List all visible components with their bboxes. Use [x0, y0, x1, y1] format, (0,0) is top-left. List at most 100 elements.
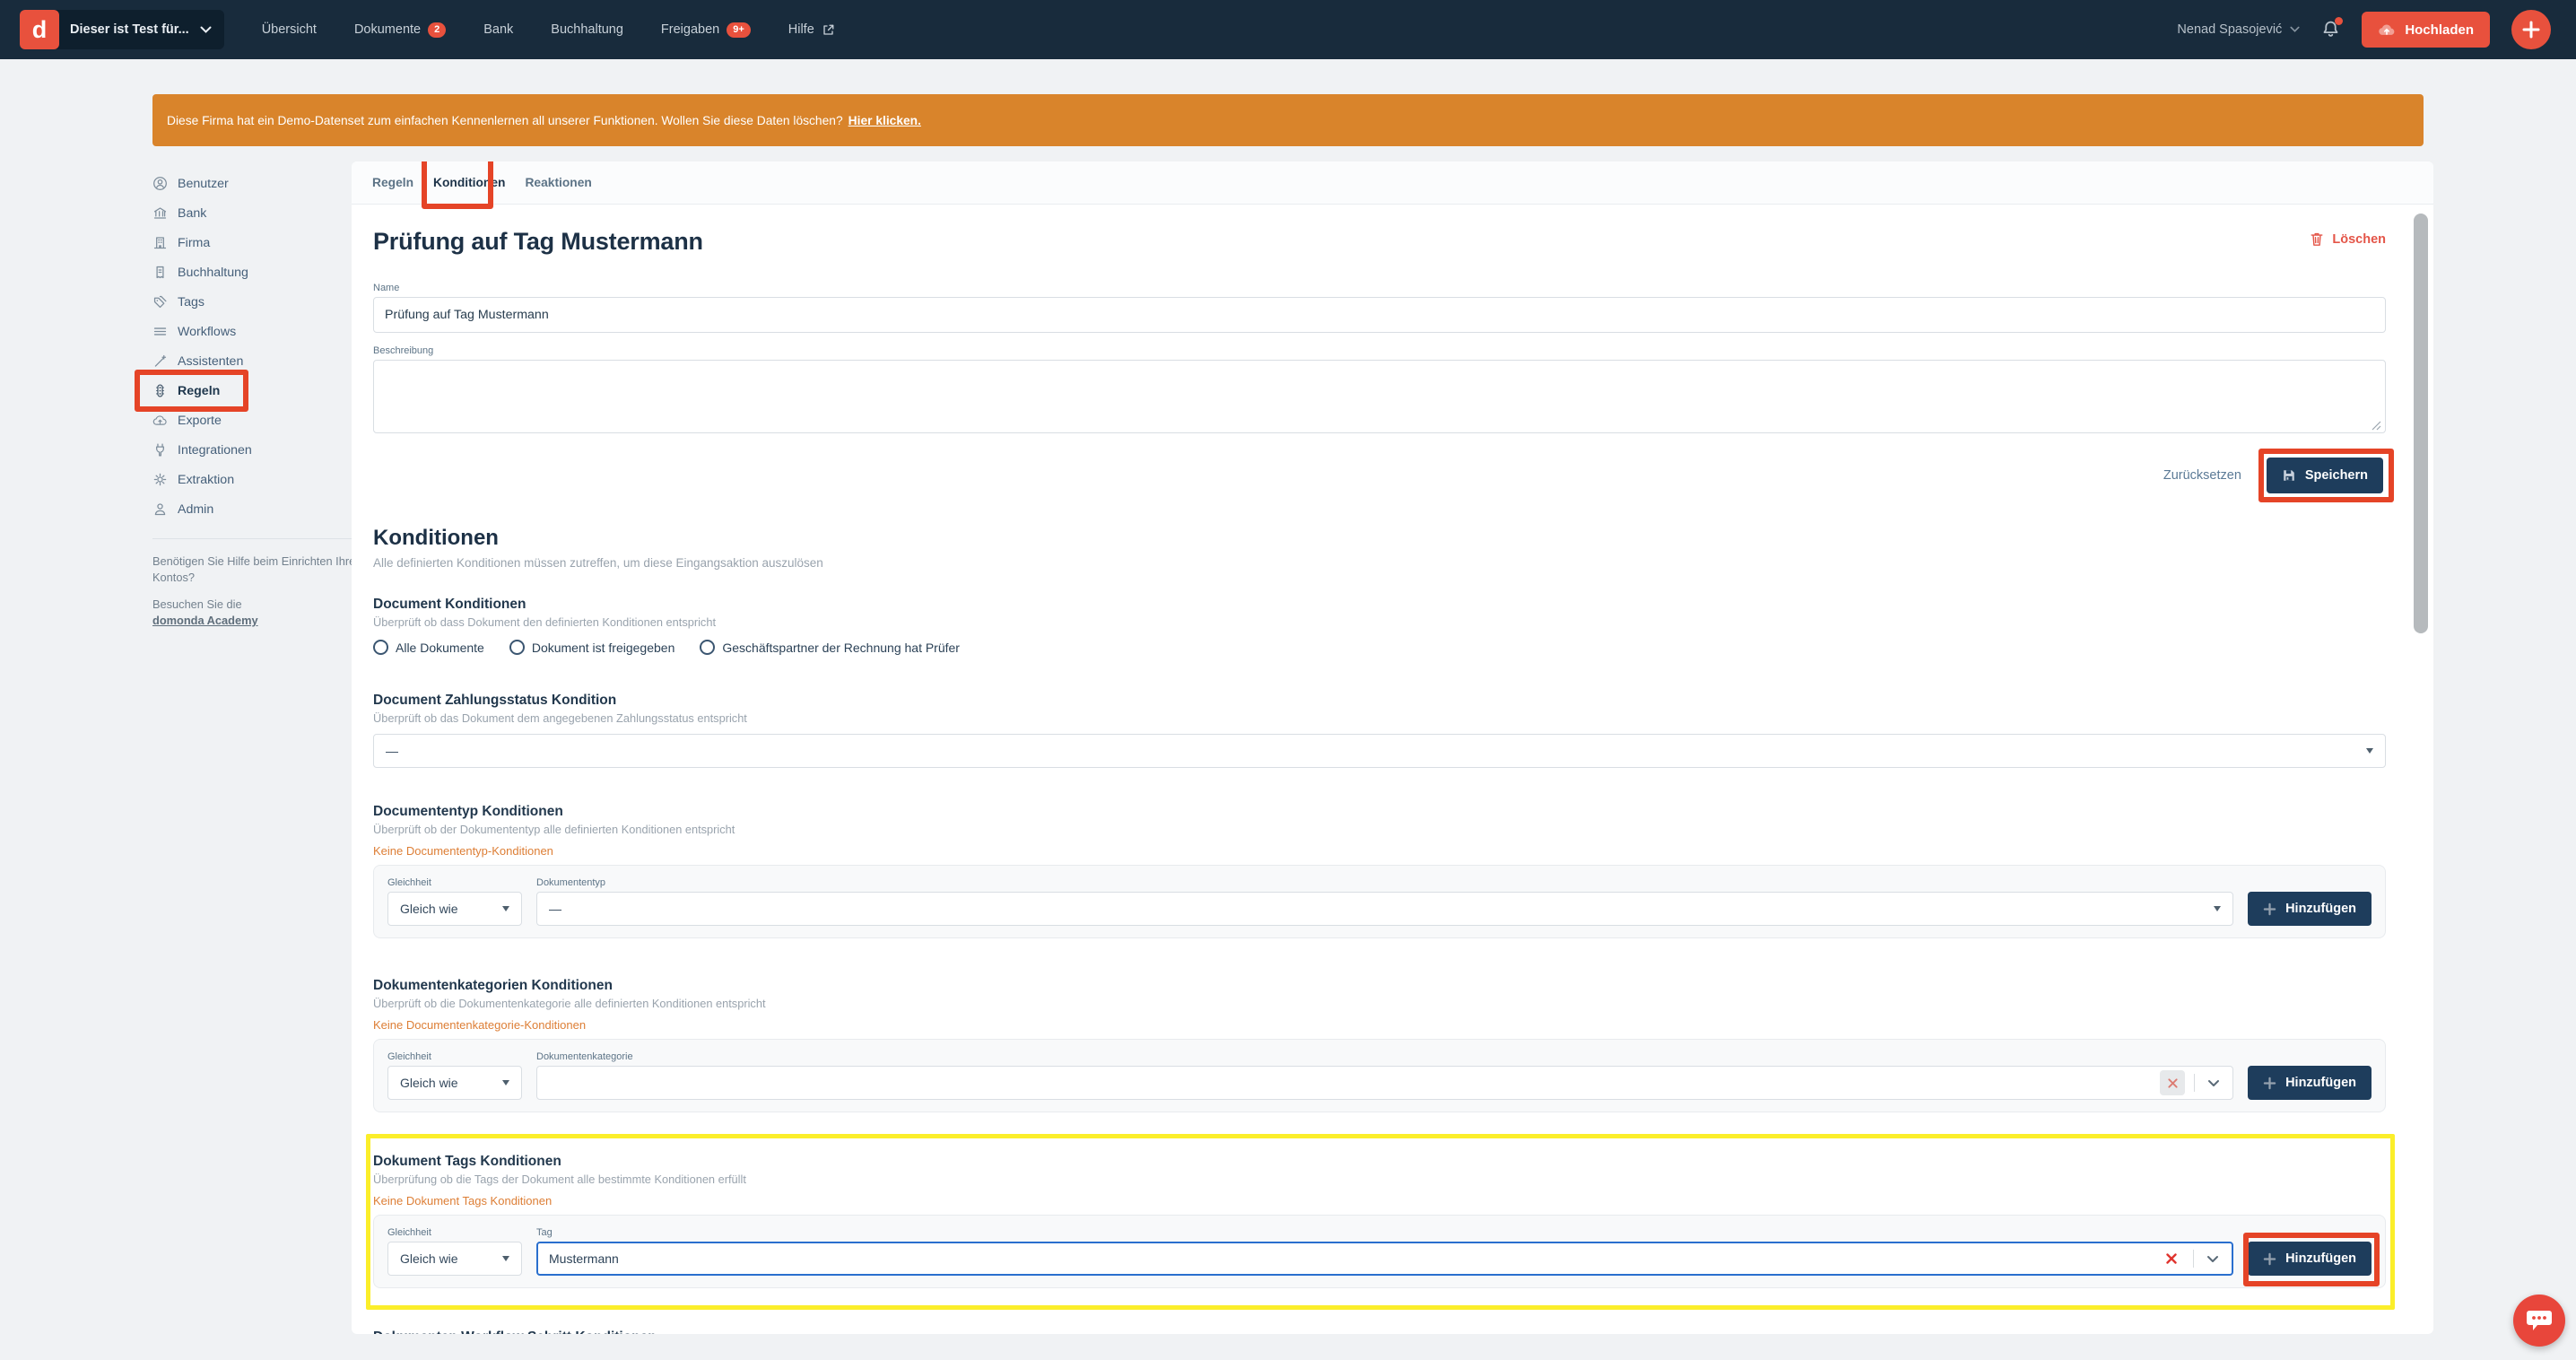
radio-circle[interactable]	[509, 640, 525, 655]
delete-rule-button[interactable]: Löschen	[2310, 231, 2386, 247]
payment-status-condition-section: Document Zahlungsstatus Kondition Überpr…	[373, 693, 2386, 768]
section-subheading: Überprüft ob der Dokumententyp alle defi…	[373, 823, 2386, 836]
document-category-combobox[interactable]	[536, 1066, 2233, 1100]
equality-select[interactable]: Gleich wie	[387, 1242, 522, 1276]
admin-icon	[152, 501, 168, 517]
nav-label: Dokumente	[354, 22, 421, 37]
main-nav: Übersicht Dokumente2 Bank Buchhaltung Fr…	[262, 22, 835, 38]
add-tag-condition-button[interactable]: Hinzufügen	[2248, 1242, 2371, 1276]
upload-button[interactable]: Hochladen	[2362, 12, 2490, 48]
nav-label: Übersicht	[262, 22, 317, 37]
chat-support-button[interactable]	[2513, 1295, 2565, 1347]
notifications-button[interactable]	[2321, 20, 2340, 39]
rule-tabs: Regeln Konditionen Reaktionen	[352, 161, 2433, 205]
open-dropdown-button[interactable]	[2203, 1253, 2223, 1265]
rule-description-textarea[interactable]	[373, 360, 2386, 433]
sidebar-item-firma[interactable]: Firma	[135, 228, 371, 257]
add-button[interactable]	[2511, 10, 2551, 49]
nav-freigaben[interactable]: Freigaben9+	[661, 22, 751, 38]
section-heading: Dokumentenkategorien Konditionen	[373, 978, 2386, 994]
description-label: Beschreibung	[373, 345, 2386, 356]
payment-status-select[interactable]: —	[373, 734, 2386, 768]
condition-editor-card: Gleichheit Gleich wie Dokumentenkategori…	[373, 1039, 2386, 1112]
reset-button[interactable]: Zurücksetzen	[2163, 468, 2241, 483]
plus-icon	[2263, 1252, 2276, 1266]
equality-select[interactable]: Gleich wie	[387, 1066, 522, 1100]
company-selector[interactable]: d Dieser ist Test für...	[20, 10, 224, 49]
user-menu[interactable]: Nenad Spasojević	[2177, 22, 2300, 37]
add-condition-button[interactable]: Hinzufügen	[2248, 1066, 2371, 1100]
nav-uebersicht[interactable]: Übersicht	[262, 22, 317, 37]
sidebar-item-exporte[interactable]: Exporte	[135, 405, 371, 435]
building-icon	[152, 235, 168, 250]
sidebar-item-label: Workflows	[178, 325, 236, 339]
sidebar-item-label: Bank	[178, 206, 206, 221]
sidebar-item-workflows[interactable]: Workflows	[135, 317, 371, 346]
save-button[interactable]: Speichern	[2267, 458, 2383, 493]
radio-alle-dokumente[interactable]: Alle Dokumente	[373, 640, 484, 655]
trash-icon	[2310, 231, 2324, 247]
equality-label: Gleichheit	[387, 1051, 522, 1062]
radio-label: Alle Dokumente	[396, 641, 484, 655]
sidebar-item-buchhaltung[interactable]: Buchhaltung	[135, 257, 371, 287]
sidebar-item-label: Integrationen	[178, 443, 252, 458]
rule-name-input[interactable]	[373, 297, 2386, 333]
banner-delete-link[interactable]: Hier klicken.	[849, 114, 921, 127]
sidebar-item-label: Extraktion	[178, 473, 234, 487]
nav-dokumente[interactable]: Dokumente2	[354, 22, 446, 38]
chevron-down-icon	[2290, 26, 2300, 33]
chevron-down-icon	[2207, 1079, 2220, 1087]
select-value: Gleich wie	[400, 902, 458, 916]
x-icon	[2167, 1077, 2179, 1089]
select-value: —	[386, 744, 398, 758]
academy-link[interactable]: domonda Academy	[152, 614, 258, 627]
tag-combobox[interactable]: Mustermann	[536, 1242, 2233, 1276]
delete-label: Löschen	[2332, 232, 2386, 247]
sidebar-item-integrationen[interactable]: Integrationen	[135, 435, 371, 465]
sidebar-item-benutzer[interactable]: Benutzer	[135, 169, 371, 198]
select-value: —	[549, 902, 561, 916]
sidebar-item-admin[interactable]: Admin	[135, 494, 371, 524]
save-icon	[2282, 468, 2296, 483]
plus-icon	[2263, 902, 2276, 916]
chevron-down-icon	[200, 26, 212, 34]
sidebar-item-tags[interactable]: Tags	[135, 287, 371, 317]
clear-button[interactable]	[2160, 1070, 2185, 1095]
document-category-label: Dokumentenkategorie	[536, 1051, 2233, 1062]
sidebar-item-regeln[interactable]: Regeln	[135, 376, 371, 405]
document-conditions-section: Document Konditionen Überprüft ob dass D…	[373, 597, 2386, 655]
open-dropdown-button[interactable]	[2204, 1077, 2224, 1089]
tab-konditionen[interactable]: Konditionen	[433, 161, 505, 204]
upload-label: Hochladen	[2405, 22, 2474, 38]
radio-geschaeftspartner-pruefer[interactable]: Geschäftspartner der Rechnung hat Prüfer	[700, 640, 960, 655]
document-type-conditions-section: Documententyp Konditionen Überprüft ob d…	[373, 804, 2386, 938]
radio-circle[interactable]	[373, 640, 388, 655]
workflow-icon	[152, 324, 168, 339]
radio-dokument-freigegeben[interactable]: Dokument ist freigegeben	[509, 640, 675, 655]
sidebar-item-label: Tags	[178, 295, 205, 309]
nav-hilfe[interactable]: Hilfe	[788, 22, 835, 37]
nav-buchhaltung[interactable]: Buchhaltung	[551, 22, 623, 37]
tab-reaktionen[interactable]: Reaktionen	[525, 161, 591, 204]
empty-conditions-notice: Keine Documentenkategorie-Konditionen	[373, 1018, 2386, 1032]
tab-regeln[interactable]: Regeln	[372, 161, 413, 204]
nav-bank[interactable]: Bank	[483, 22, 513, 37]
sidebar-item-assistenten[interactable]: Assistenten	[135, 346, 371, 376]
section-subheading: Überprüft ob die Dokumentenkategorie all…	[373, 997, 2386, 1010]
radio-circle[interactable]	[700, 640, 715, 655]
sidebar-item-label: Buchhaltung	[178, 266, 248, 280]
equality-select[interactable]: Gleich wie	[387, 892, 522, 926]
rule-editor-panel: Regeln Konditionen Reaktionen Prüfung au…	[352, 161, 2433, 1334]
plus-icon	[2263, 1077, 2276, 1090]
help-question: Benötigen Sie Hilfe beim Einrichten Ihre…	[152, 554, 362, 586]
sidebar-item-bank[interactable]: Bank	[135, 198, 371, 228]
select-value: Gleich wie	[400, 1251, 458, 1266]
add-condition-button[interactable]: Hinzufügen	[2248, 892, 2371, 926]
document-type-select[interactable]: —	[536, 892, 2233, 926]
resize-grip-icon[interactable]	[2371, 421, 2381, 431]
clear-button[interactable]	[2159, 1246, 2184, 1271]
sidebar-item-extraktion[interactable]: Extraktion	[135, 465, 371, 494]
empty-conditions-notice: Keine Dokument Tags Konditionen	[373, 1194, 2386, 1207]
scrollbar-thumb[interactable]	[2414, 214, 2428, 633]
gear-icon	[152, 472, 168, 487]
